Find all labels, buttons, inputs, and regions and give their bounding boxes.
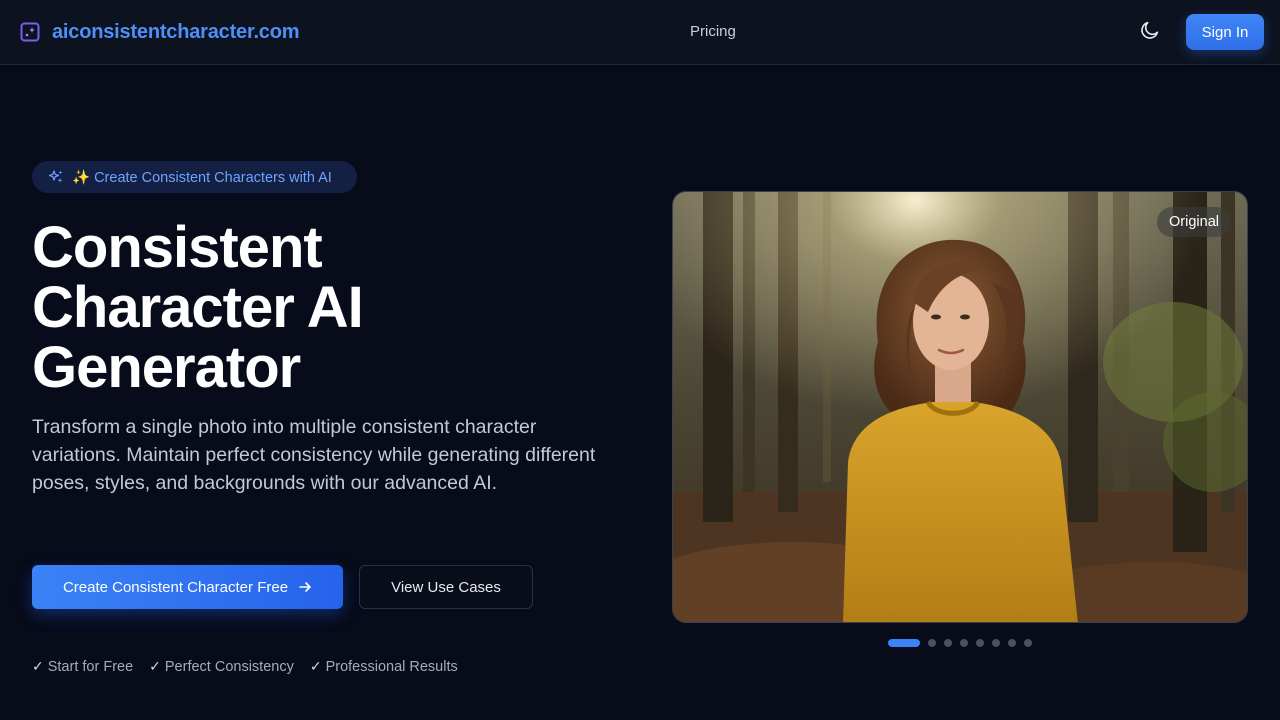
site-logo[interactable]: aiconsistentcharacter.com	[20, 20, 300, 43]
feature-item: ✓ Start for Free	[32, 658, 133, 675]
arrow-right-icon	[298, 580, 312, 594]
carousel-dot[interactable]	[1008, 639, 1016, 647]
carousel-dot[interactable]	[888, 639, 920, 647]
feature-list: ✓ Start for Free ✓ Perfect Consistency ✓…	[32, 658, 474, 675]
badge-text: ✨ Create Consistent Characters with AI	[72, 169, 332, 186]
moon-icon	[1139, 19, 1161, 46]
carousel-dot[interactable]	[944, 639, 952, 647]
logo-icon	[20, 22, 40, 42]
check-icon: ✓	[309, 658, 322, 674]
carousel-dot[interactable]	[976, 639, 984, 647]
hero-title-line: Generator	[32, 335, 301, 400]
hero-description: Transform a single photo into multiple c…	[32, 416, 596, 494]
feature-label: Professional Results	[325, 658, 458, 675]
create-character-button[interactable]: Create Consistent Character Free	[32, 565, 343, 609]
nav-link-pricing[interactable]: Pricing	[690, 23, 736, 40]
feature-label: Start for Free	[47, 658, 134, 675]
sign-in-button[interactable]: Sign In	[1186, 14, 1264, 50]
hero-title-line: Character AI	[32, 275, 364, 340]
theme-toggle-button[interactable]	[1136, 18, 1164, 46]
check-icon: ✓	[32, 658, 44, 674]
top-navbar: aiconsistentcharacter.com Pricing Sign I…	[0, 0, 1280, 65]
hero-title: Consistent Character AI Generator	[32, 218, 592, 398]
feature-item: ✓ Perfect Consistency	[149, 658, 294, 675]
image-label-original: Original	[1157, 207, 1231, 237]
carousel-dot[interactable]	[928, 639, 936, 647]
create-character-label: Create Consistent Character Free	[62, 578, 289, 596]
carousel-dot[interactable]	[960, 639, 968, 647]
portrait-illustration	[673, 192, 1247, 622]
hero-title-line: Consistent	[32, 215, 323, 280]
sparkles-icon	[48, 169, 64, 185]
carousel-dot[interactable]	[992, 639, 1000, 647]
feature-item: ✓ Professional Results	[310, 658, 458, 675]
view-use-cases-button[interactable]: View Use Cases	[359, 565, 533, 609]
check-icon: ✓	[149, 658, 161, 674]
carousel-dot[interactable]	[1024, 639, 1032, 647]
feature-label: Perfect Consistency	[164, 658, 294, 675]
carousel-indicators	[888, 639, 1040, 647]
logo-text: aiconsistentcharacter.com	[52, 20, 300, 43]
hero-image: Original	[672, 191, 1248, 623]
hero-badge: ✨ Create Consistent Characters with AI	[32, 161, 357, 193]
